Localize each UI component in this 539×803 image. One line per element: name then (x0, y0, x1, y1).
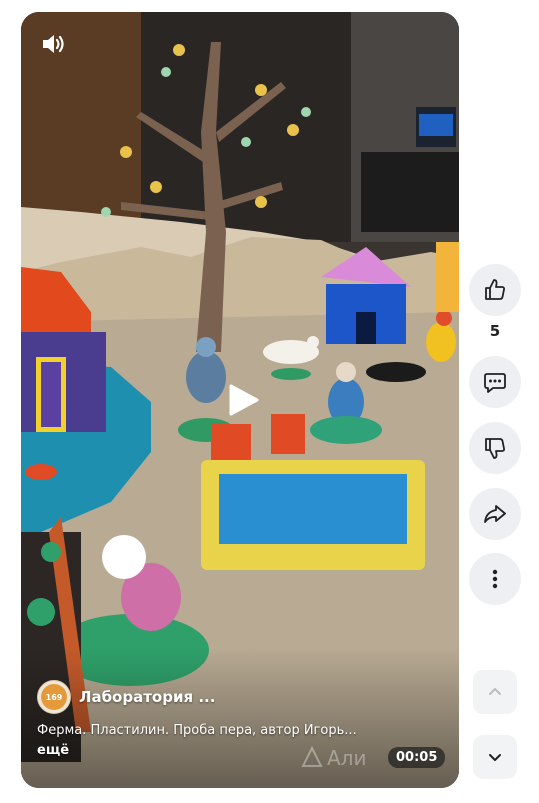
share-icon (484, 505, 506, 523)
channel-name[interactable]: Лаборатория ... (79, 688, 215, 706)
more-vertical-icon (492, 569, 498, 589)
comments-button[interactable] (469, 356, 521, 408)
chevron-down-icon (489, 754, 501, 761)
speaker-icon (43, 35, 64, 53)
share-button[interactable] (469, 488, 521, 540)
comment-icon (484, 373, 506, 393)
dislike-button[interactable] (469, 422, 521, 474)
thumbs-down-icon (485, 438, 505, 459)
more-description-link[interactable]: ещё (37, 743, 69, 758)
alice-logo-icon (301, 746, 323, 767)
avatar-badge: 169 (41, 684, 67, 710)
chevron-up-icon (489, 688, 501, 695)
avatar[interactable]: 169 (37, 680, 71, 714)
video-description: Ферма. Пластилин. Проба пера, автор Игор… (37, 723, 357, 738)
next-video-button[interactable] (473, 735, 517, 779)
previous-video-button[interactable] (473, 670, 517, 714)
play-icon (229, 384, 259, 416)
like-button[interactable] (469, 264, 521, 316)
thumbs-up-icon (485, 279, 505, 300)
play-button[interactable] (225, 382, 261, 418)
watermark-text: Али (327, 746, 367, 770)
watermark: Али (301, 746, 366, 770)
like-count: 5 (489, 322, 501, 340)
video-player[interactable]: 169 Лаборатория ... Ферма. Пластилин. Пр… (21, 12, 459, 788)
more-options-button[interactable] (469, 553, 521, 605)
channel-link[interactable]: 169 Лаборатория ... (37, 680, 215, 714)
duration-badge: 00:05 (388, 747, 446, 768)
sound-toggle-button[interactable] (39, 30, 67, 58)
